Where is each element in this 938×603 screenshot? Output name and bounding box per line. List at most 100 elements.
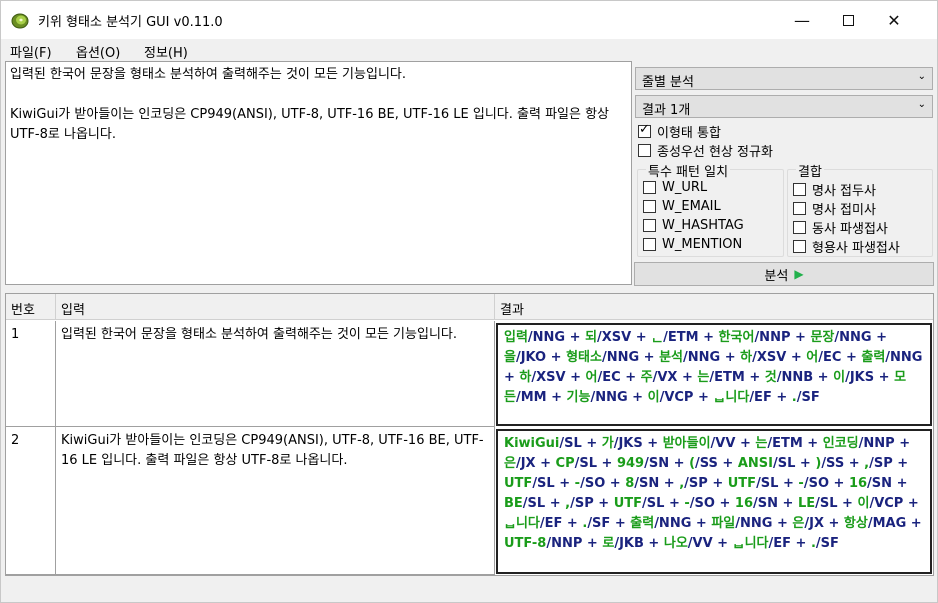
header-result[interactable]: 결과 [495, 294, 933, 320]
morph-form: ᆸ니다 [732, 536, 769, 551]
morph-tag: /JX [515, 456, 536, 471]
verb-derivation-checkbox[interactable]: 동사 파생접사 [793, 218, 888, 237]
morph-tag: /VV [710, 436, 736, 451]
title-bar[interactable]: 키위 형태소 분석기 GUI v0.11.0 — ✕ [1, 1, 937, 39]
morph-separator: + [605, 476, 626, 491]
w-mention-label: W_MENTION [662, 237, 743, 252]
checkbox-icon [793, 202, 806, 215]
morph-form: 주 [640, 370, 653, 385]
morph-tag: /JX [804, 516, 824, 531]
mode-select[interactable]: 줄별 분석 ⌄ [635, 67, 933, 90]
close-button[interactable]: ✕ [871, 1, 917, 39]
morph-separator: + [874, 370, 895, 385]
morph-separator: + [643, 536, 664, 551]
morph-form: 문장 [810, 330, 835, 345]
maximize-button[interactable] [825, 1, 871, 39]
morph-tag: /NNG [590, 390, 628, 405]
morph-separator: + [906, 516, 922, 531]
morph-tag: /NNG [834, 330, 872, 345]
menu-bar: 파일(F) 옵션(O) 정보(H) [1, 39, 937, 61]
row-2-result[interactable]: KiwiGui/SL + 가/JKS + 받아들이/VV + 는/ETM + 인… [496, 429, 932, 574]
checkbox-icon [643, 181, 656, 194]
status-bar [1, 579, 937, 602]
morph-form: 어 [806, 350, 819, 365]
checkbox-icon [638, 122, 651, 138]
row-1-input[interactable]: 입력된 한국어 문장을 형태소 분석하여 출력해주는 것이 모든 기능입니다. [56, 321, 495, 427]
morph-separator: + [627, 390, 648, 405]
morph-form: 인코딩 [822, 436, 859, 451]
close-icon: ✕ [887, 10, 901, 30]
morph-tag: /NNP [546, 536, 583, 551]
w-email-checkbox[interactable]: W_EMAIL [643, 199, 721, 214]
checkbox-icon [793, 240, 806, 253]
morph-form: 분석 [659, 350, 684, 365]
row-2-num[interactable]: 2 [6, 427, 56, 575]
w-hashtag-checkbox[interactable]: W_HASHTAG [643, 218, 744, 233]
morph-separator: + [892, 456, 909, 471]
w-mention-checkbox[interactable]: W_MENTION [643, 237, 742, 252]
morph-form: 하 [519, 370, 532, 385]
header-input[interactable]: 입력 [56, 294, 495, 320]
row-2-input[interactable]: KiwiGui가 받아들이는 인코딩은 CP949(ANSI), UTF-8, … [56, 427, 495, 575]
morph-separator: + [545, 496, 566, 511]
input-textarea[interactable]: 입력된 한국어 문장을 형태소 분석하여 출력해주는 것이 모든 기능입니다. … [5, 61, 632, 285]
morph-separator: + [504, 370, 520, 385]
row-1-result[interactable]: 입력/NNG + 되/XSV + ᆫ/ETM + 한국어/NNP + 문장/NN… [496, 323, 932, 426]
normalize-coda-label: 종성우선 현상 정규화 [657, 145, 773, 160]
morph-form: 하 [740, 350, 753, 365]
morph-form: 16 [848, 476, 868, 491]
menu-file[interactable]: 파일(F) [10, 42, 52, 61]
morph-separator: + [795, 456, 816, 471]
morph-form: 것 [764, 370, 777, 385]
morph-tag: /SP [570, 496, 594, 511]
morph-separator: + [871, 330, 887, 345]
morph-form: 는 [697, 370, 710, 385]
normalize-coda-checkbox[interactable]: 종성우선 현상 정규화 [638, 141, 773, 160]
noun-prefix-checkbox[interactable]: 명사 접두사 [793, 180, 876, 199]
morph-form: 이 [857, 496, 870, 511]
morph-form: 형태소 [566, 350, 602, 365]
morph-separator: + [610, 516, 631, 531]
menu-options[interactable]: 옵션(O) [76, 42, 120, 61]
morph-tag: /SL [756, 476, 779, 491]
minimize-button[interactable]: — [779, 1, 825, 39]
header-num[interactable]: 번호 [6, 294, 56, 320]
morph-form: 가 [601, 436, 614, 451]
morph-separator: + [771, 390, 792, 405]
morph-form: 는 [755, 436, 768, 451]
checkbox-icon [643, 219, 656, 232]
analyze-button[interactable]: 분석 ▶ [634, 262, 934, 286]
morph-form: 은 [792, 516, 805, 531]
morph-form: 이 [833, 370, 846, 385]
morph-tag: /SL [642, 496, 665, 511]
morph-tag: /NNP [754, 330, 791, 345]
results-table[interactable]: 번호 입력 결과 1 입력된 한국어 문장을 형태소 분석하여 출력해주는 것이… [5, 293, 934, 576]
adj-derivation-checkbox[interactable]: 형용사 파생접사 [793, 237, 900, 256]
morph-tag: /SF [796, 390, 820, 405]
morph-separator: + [894, 436, 911, 451]
morph-tag: /SN [634, 476, 660, 491]
adj-derivation-label: 형용사 파생접사 [812, 241, 900, 256]
morph-tag: /NNB [776, 370, 814, 385]
morph-separator: + [791, 536, 811, 551]
noun-prefix-label: 명사 접두사 [812, 184, 876, 199]
morph-separator: + [714, 496, 735, 511]
row-1-num[interactable]: 1 [6, 321, 56, 427]
morph-separator: + [813, 370, 834, 385]
morph-tag: /SL [522, 496, 546, 511]
morph-tag: /VX [652, 370, 678, 385]
morph-tag: /MAG [867, 516, 907, 531]
morph-tag: /SN [644, 456, 670, 471]
morph-separator: + [707, 476, 728, 491]
morph-tag: /SL [773, 456, 796, 471]
menu-info[interactable]: 정보(H) [144, 42, 188, 61]
morph-tag: /ETM [663, 330, 699, 345]
checkbox-icon [643, 238, 656, 251]
result-count-select[interactable]: 결과 1개 ⌄ [635, 95, 933, 118]
w-url-checkbox[interactable]: W_URL [643, 180, 707, 195]
w-url-label: W_URL [662, 180, 708, 195]
noun-suffix-checkbox[interactable]: 명사 접미사 [793, 199, 876, 218]
morph-tag: /MM [515, 390, 547, 405]
morph-tag: /ETM [709, 370, 745, 385]
merge-allomorph-checkbox[interactable]: 이형태 통합 [638, 122, 721, 141]
